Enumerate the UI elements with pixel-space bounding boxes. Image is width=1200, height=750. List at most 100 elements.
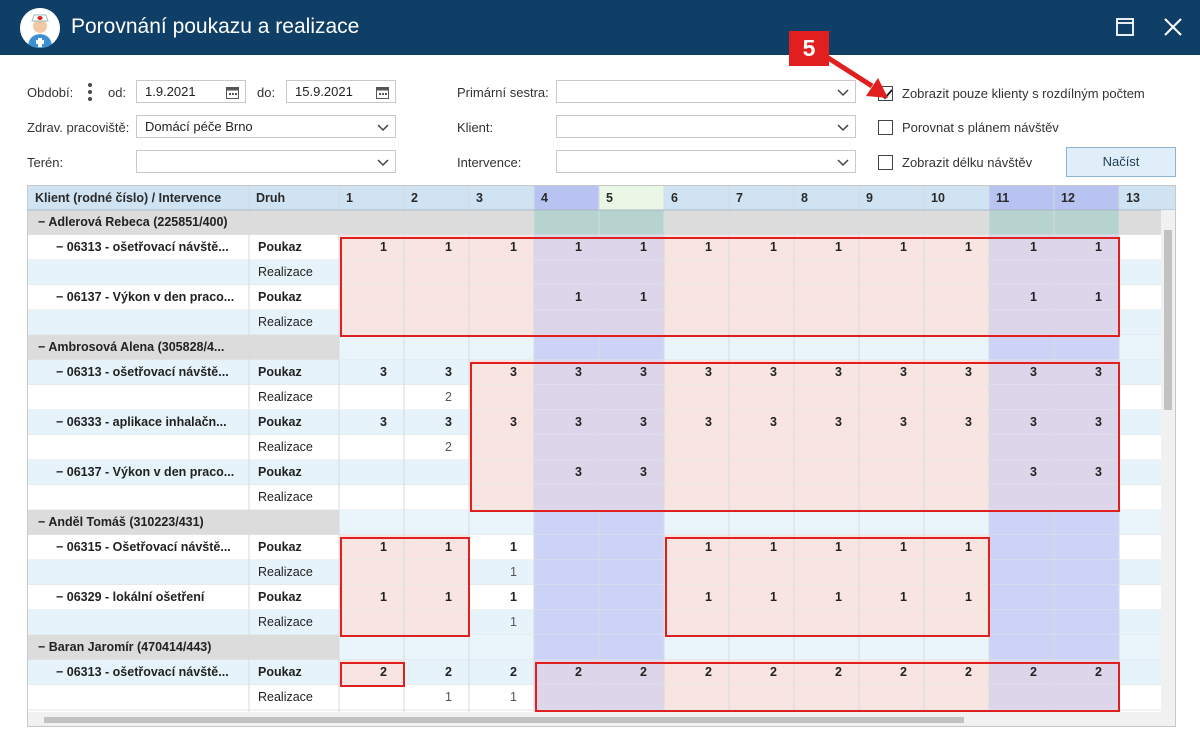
day-cell-bg: [599, 210, 664, 235]
show-length-checkbox[interactable]: [878, 155, 893, 170]
collapse-icon[interactable]: −: [56, 415, 67, 429]
intervention-row-label[interactable]: − 06333 - aplikace inhalačn...: [28, 410, 249, 435]
collapse-icon[interactable]: −: [56, 240, 67, 254]
day-value[interactable]: 3: [339, 360, 404, 385]
window-title: Porovnání poukazu a realizace: [71, 15, 360, 38]
day-cell-bg: [599, 510, 664, 535]
day-cell-bg: [339, 510, 404, 535]
date-from-field[interactable]: 1.9.2021: [136, 80, 246, 103]
day-value[interactable]: 3: [404, 360, 469, 385]
day-value[interactable]: 1: [404, 685, 469, 710]
only-diff-label[interactable]: Zobrazit pouze klienty s rozdílným počte…: [902, 86, 1145, 101]
column-header-day[interactable]: 8: [794, 186, 859, 210]
day-value[interactable]: 3: [404, 410, 469, 435]
day-value[interactable]: 1: [469, 585, 534, 610]
druh-realizace: Realizace: [258, 265, 313, 279]
comparison-grid[interactable]: Klient (rodné číslo) / Intervence Druh 1 2 3…: [27, 185, 1176, 727]
day-value[interactable]: 1: [469, 610, 534, 635]
client-row[interactable]: − Adlerová Rebeca (225851/400): [28, 210, 339, 235]
day-cell-bg: [989, 535, 1054, 560]
client-row[interactable]: − Baran Jaromír (470414/443): [28, 635, 339, 660]
column-header-day[interactable]: 10: [924, 186, 989, 210]
druh-realizace: Realizace: [258, 615, 313, 629]
period-menu-icon[interactable]: [87, 82, 93, 102]
terrain-select[interactable]: [136, 150, 396, 173]
collapse-icon[interactable]: −: [56, 465, 67, 479]
intervention-row-label[interactable]: − 06137 - Výkon v den praco...: [28, 460, 249, 485]
maximize-button[interactable]: [1112, 14, 1138, 40]
close-button[interactable]: [1160, 14, 1186, 40]
collapse-icon[interactable]: −: [38, 340, 48, 354]
calendar-icon[interactable]: [226, 86, 239, 99]
day-cell-bg: [599, 635, 664, 660]
day-cell-bg: [534, 510, 599, 535]
client-row[interactable]: − Ambrosová Alena (305828/4...: [28, 335, 339, 360]
day-cell-bg: [534, 610, 599, 635]
intervention-select[interactable]: [556, 150, 856, 173]
day-cell-bg: [599, 610, 664, 635]
load-button[interactable]: Načíst: [1066, 147, 1176, 177]
intervention-name: 06313 - ošetřovací návště...: [66, 365, 229, 379]
intervention-row-label[interactable]: − 06315 - Ošetřovací návště...: [28, 535, 249, 560]
date-to-field[interactable]: 15.9.2021: [286, 80, 396, 103]
druh-poukaz: Poukaz: [258, 540, 302, 554]
day-value[interactable]: 2: [404, 385, 469, 410]
intervention-row-label[interactable]: − 06137 - Výkon v den praco...: [28, 285, 249, 310]
day-value[interactable]: 2: [404, 660, 469, 685]
column-header-druh: Druh: [256, 191, 286, 205]
day-cell-bg: [729, 335, 794, 360]
compare-plan-checkbox[interactable]: [878, 120, 893, 135]
day-value[interactable]: 3: [339, 410, 404, 435]
collapse-icon[interactable]: −: [56, 365, 67, 379]
collapse-icon[interactable]: −: [56, 665, 67, 679]
intervention-row-label[interactable]: − 06329 - lokální ošetření: [28, 585, 249, 610]
collapse-icon[interactable]: −: [38, 515, 48, 529]
column-header-day[interactable]: 5: [599, 186, 664, 210]
day-cell-bg: [469, 210, 534, 235]
column-header-day[interactable]: 1: [339, 186, 404, 210]
column-header-day[interactable]: 13: [1119, 186, 1175, 210]
collapse-icon[interactable]: −: [56, 540, 67, 554]
column-header-day[interactable]: 9: [859, 186, 924, 210]
compare-plan-label[interactable]: Porovnat s plánem návštěv: [902, 120, 1059, 135]
workplace-select[interactable]: Domácí péče Brno: [136, 115, 396, 138]
intervention-row-label[interactable]: − 06313 - ošetřovací návště...: [28, 660, 249, 685]
collapse-icon[interactable]: −: [56, 590, 67, 604]
client-select[interactable]: [556, 115, 856, 138]
column-header-day[interactable]: 2: [404, 186, 469, 210]
day-cell-bg: [404, 510, 469, 535]
column-header-day[interactable]: 7: [729, 186, 794, 210]
druh-poukaz: Poukaz: [258, 415, 302, 429]
column-header-day[interactable]: 4: [534, 186, 599, 210]
calendar-icon[interactable]: [376, 86, 389, 99]
day-cell-bg: [989, 610, 1054, 635]
day-value[interactable]: 1: [469, 560, 534, 585]
day-cell-bg: [729, 210, 794, 235]
day-cell-bg: [534, 585, 599, 610]
day-value[interactable]: 1: [469, 535, 534, 560]
column-header-day[interactable]: 3: [469, 186, 534, 210]
column-header-day[interactable]: 6: [664, 186, 729, 210]
difference-highlight: [340, 537, 470, 637]
difference-highlight: [535, 662, 1120, 712]
client-row[interactable]: − Anděl Tomáš (310223/431): [28, 510, 339, 535]
difference-highlight: [340, 237, 1120, 337]
day-cell-bg: [859, 210, 924, 235]
title-bar: Porovnání poukazu a realizace: [0, 0, 1200, 55]
client-name: Ambrosová Alena (305828/4...: [48, 340, 225, 354]
collapse-icon[interactable]: −: [38, 215, 48, 229]
intervention-row-label[interactable]: − 06313 - ošetřovací návště...: [28, 360, 249, 385]
column-header-day[interactable]: 12: [1054, 186, 1119, 210]
day-value[interactable]: 2: [469, 660, 534, 685]
day-value[interactable]: 2: [404, 435, 469, 460]
collapse-icon[interactable]: −: [56, 290, 67, 304]
druh-realizace: Realizace: [258, 315, 313, 329]
day-cell-bg: [469, 635, 534, 660]
column-header-day[interactable]: 11: [989, 186, 1054, 210]
intervention-row-label[interactable]: − 06313 - ošetřovací návště...: [28, 235, 249, 260]
druh-poukaz: Poukaz: [258, 365, 302, 379]
day-value[interactable]: 1: [469, 685, 534, 710]
primary-nurse-select[interactable]: [556, 80, 856, 103]
show-length-label[interactable]: Zobrazit délku návštěv: [902, 155, 1032, 170]
collapse-icon[interactable]: −: [38, 640, 49, 654]
